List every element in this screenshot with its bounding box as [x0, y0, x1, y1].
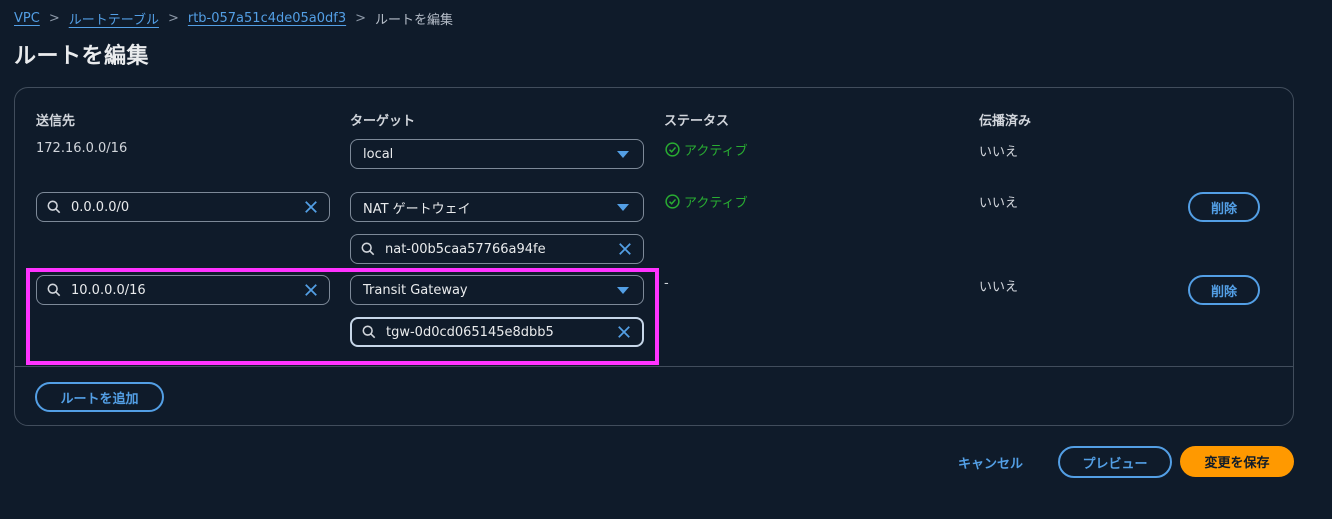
- search-icon: [47, 200, 61, 214]
- destination-input-value: 0.0.0.0/0: [71, 199, 130, 215]
- search-icon: [47, 283, 61, 297]
- destination-input-value: 10.0.0.0/16: [71, 282, 146, 298]
- propagated-value: いいえ: [979, 145, 1019, 160]
- chevron-right-icon: >: [167, 10, 179, 26]
- route-destination-static: 172.16.0.0/16: [36, 141, 128, 156]
- check-circle-icon: [665, 142, 680, 157]
- breadcrumb-vpc[interactable]: VPC: [14, 11, 40, 26]
- search-icon: [361, 242, 375, 256]
- breadcrumb-route-table-id[interactable]: rtb-057a51c4de05a0df3: [188, 11, 346, 26]
- cancel-button[interactable]: キャンセル: [958, 453, 1023, 472]
- divider: [15, 366, 1293, 367]
- add-route-button[interactable]: ルートを追加: [35, 382, 164, 412]
- status-text: アクティブ: [684, 144, 748, 159]
- chevron-right-icon: >: [48, 10, 60, 26]
- column-header-status: ステータス: [664, 114, 730, 129]
- target-id-input[interactable]: tgw-0d0cd065145e8dbb5: [350, 317, 644, 347]
- clear-icon[interactable]: [618, 242, 632, 256]
- caret-down-icon: [617, 286, 629, 294]
- routes-container: 送信先 ターゲット ステータス 伝播済み 172.16.0.0/16 local…: [14, 87, 1294, 426]
- target-id-input[interactable]: nat-00b5caa57766a94fe: [350, 234, 644, 264]
- clear-icon[interactable]: [304, 283, 318, 297]
- clear-icon[interactable]: [304, 200, 318, 214]
- status-text: -: [664, 276, 669, 291]
- target-type-select[interactable]: NAT ゲートウェイ: [350, 192, 644, 222]
- status-text: アクティブ: [684, 196, 748, 211]
- chevron-right-icon: >: [355, 10, 367, 26]
- check-circle-icon: [665, 194, 680, 209]
- status-badge: アクティブ: [665, 192, 748, 211]
- target-id-value: nat-00b5caa57766a94fe: [385, 241, 546, 257]
- preview-button[interactable]: プレビュー: [1058, 446, 1172, 478]
- column-header-target: ターゲット: [350, 114, 416, 129]
- column-header-propagated: 伝播済み: [979, 114, 1032, 129]
- breadcrumb: VPC > ルートテーブル > rtb-057a51c4de05a0df3 > …: [14, 9, 454, 28]
- caret-down-icon: [617, 203, 629, 211]
- caret-down-icon: [617, 150, 629, 158]
- target-type-select[interactable]: local: [350, 139, 644, 169]
- target-type-value: NAT ゲートウェイ: [363, 201, 471, 217]
- status-badge: アクティブ: [665, 140, 748, 159]
- search-icon: [362, 325, 376, 339]
- target-type-value: local: [363, 146, 394, 162]
- destination-input[interactable]: 10.0.0.0/16: [36, 275, 330, 305]
- propagated-value: いいえ: [979, 196, 1019, 211]
- clear-icon[interactable]: [617, 325, 631, 339]
- breadcrumb-route-tables[interactable]: ルートテーブル: [69, 9, 159, 28]
- delete-route-button[interactable]: 削除: [1188, 275, 1260, 305]
- save-changes-button[interactable]: 変更を保存: [1180, 446, 1294, 477]
- destination-input[interactable]: 0.0.0.0/0: [36, 192, 330, 222]
- delete-route-button[interactable]: 削除: [1188, 192, 1260, 222]
- column-header-destination: 送信先: [36, 114, 76, 129]
- target-type-select[interactable]: Transit Gateway: [350, 275, 644, 305]
- target-type-value: Transit Gateway: [363, 282, 468, 298]
- page-title: ルートを編集: [14, 44, 150, 69]
- propagated-value: いいえ: [979, 280, 1019, 295]
- target-id-value: tgw-0d0cd065145e8dbb5: [386, 324, 554, 340]
- breadcrumb-current: ルートを編集: [375, 12, 454, 28]
